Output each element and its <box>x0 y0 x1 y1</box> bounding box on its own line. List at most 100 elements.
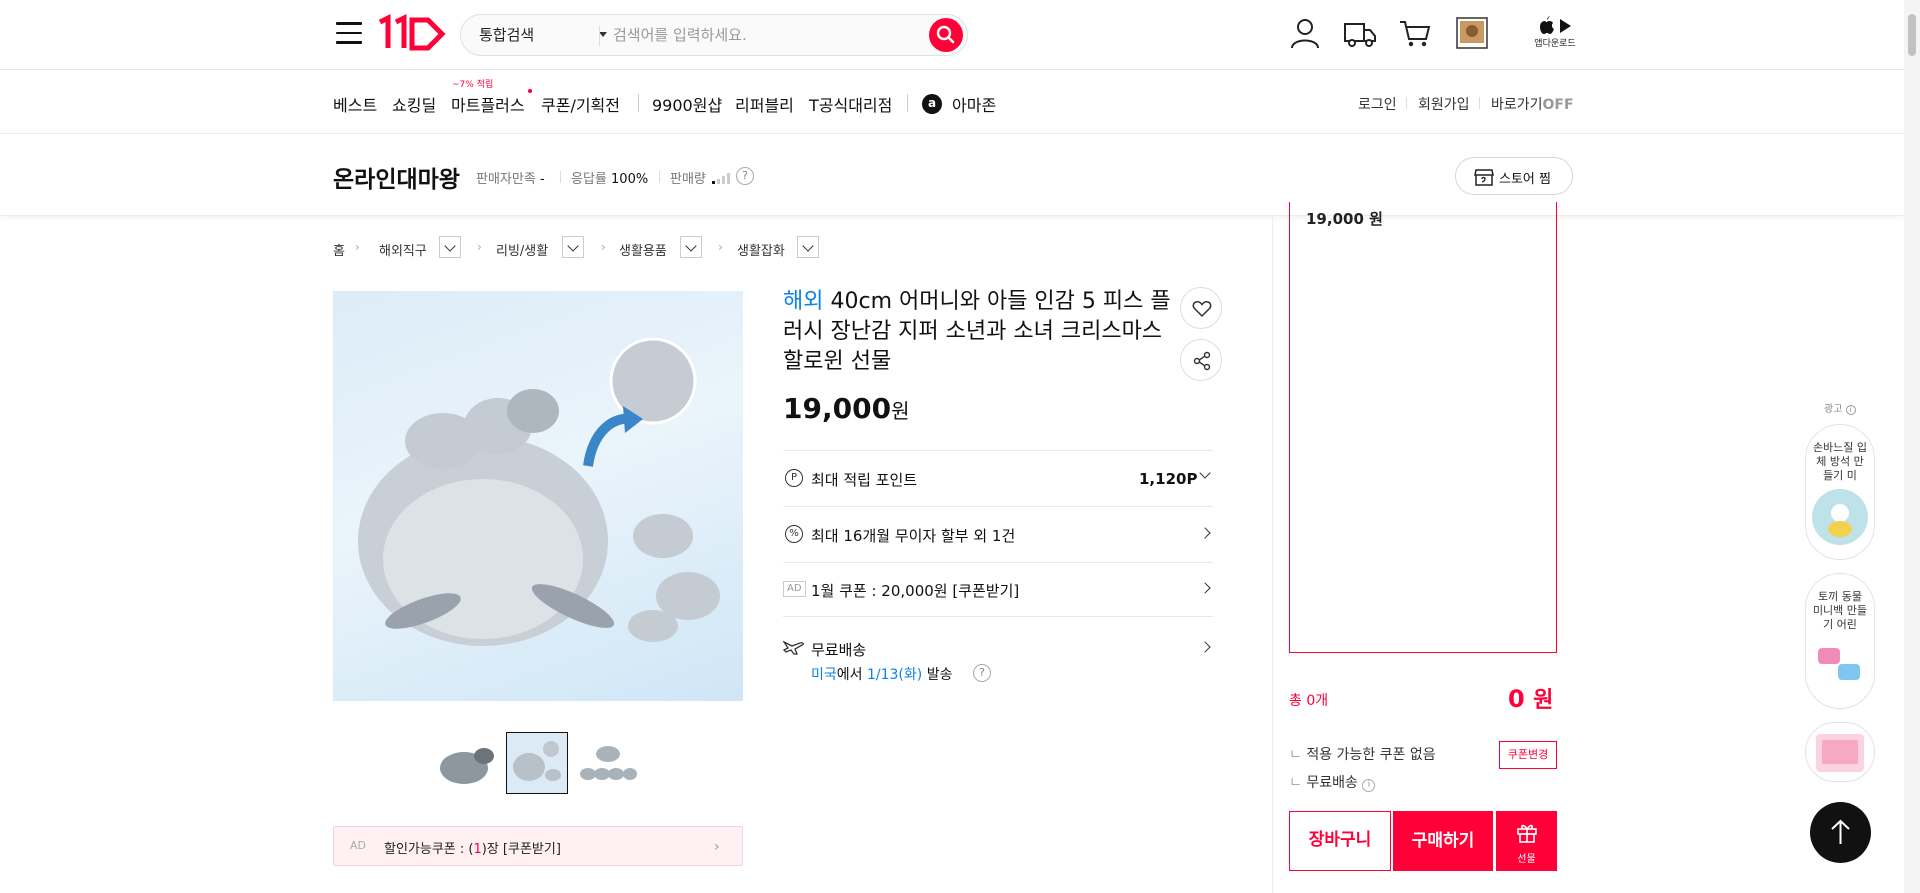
shipping-row[interactable]: 무료배송 미국에서 1/13(화) 발송 ? <box>783 616 1213 686</box>
coupon-status-text: 적용 가능한 쿠폰 없음 <box>1306 747 1436 763</box>
max-points-row[interactable]: P 최대 적립 포인트 1,120P <box>783 450 1213 506</box>
nav-refurbly[interactable]: 리퍼블리 <box>735 92 794 116</box>
wishlist-button[interactable] <box>1180 287 1222 329</box>
search-button[interactable] <box>929 18 963 52</box>
side-ad-1-text: 손바느질 입체 방석 만들기 미 <box>1812 441 1868 482</box>
breadcrumb-dropdown[interactable] <box>562 236 584 258</box>
add-to-cart-button[interactable]: 장바구니 <box>1289 811 1391 871</box>
seller-name[interactable]: 온라인대마왕 <box>333 160 460 194</box>
app-download-label: 앱다운로드 <box>1534 39 1576 49</box>
airplane-icon <box>783 640 804 655</box>
share-button[interactable] <box>1180 339 1222 381</box>
total-price: 0 원 <box>1508 682 1553 714</box>
login-link[interactable]: 로그인 <box>1358 94 1397 114</box>
thumbnail-image <box>576 732 638 794</box>
breadcrumb-arrow-icon: › <box>601 240 606 254</box>
help-icon[interactable]: ? <box>736 167 754 185</box>
cart-icon[interactable] <box>1398 16 1432 50</box>
shipping-detail: 미국에서 1/13(화) 발송 <box>811 664 952 684</box>
breadcrumb-overseas[interactable]: 해외직구 <box>379 240 427 259</box>
delivery-truck-icon[interactable] <box>1343 16 1377 50</box>
app-download-link[interactable]: 앱다운로드 <box>1530 14 1580 58</box>
points-value: 1,120P <box>1139 470 1198 488</box>
total-quantity: 총 0개 <box>1289 693 1329 709</box>
shortcut-label: 바로가기 <box>1491 97 1543 113</box>
buy-now-button[interactable]: 구매하기 <box>1393 811 1493 871</box>
coupon-row[interactable]: AD 1월 쿠폰 : 20,000원 [쿠폰받기] <box>783 562 1213 616</box>
scroll-to-top-button[interactable] <box>1810 802 1871 863</box>
store-favorite-button[interactable]: 스토어 찜 <box>1455 157 1573 195</box>
search-bar: 통합검색 <box>460 14 968 56</box>
meta-separator <box>560 171 561 183</box>
ad-coupon-banner[interactable]: AD 할인가능쿠폰 : (1)장 [쿠폰받기] › <box>333 826 743 866</box>
side-ad-2-image <box>1818 648 1860 680</box>
signup-link[interactable]: 회원가입 <box>1418 94 1470 114</box>
breadcrumb-home[interactable]: 홈 <box>333 240 345 259</box>
breadcrumb-household[interactable]: 생활용품 <box>619 240 667 259</box>
side-ad-3[interactable] <box>1805 722 1875 782</box>
shipping-origin: 미국 <box>811 667 837 683</box>
arrow-up-icon <box>1831 819 1850 844</box>
nav-amazon[interactable]: 아마존 <box>952 92 996 116</box>
product-thumbnail[interactable] <box>436 732 498 794</box>
total-value: 0 <box>1508 685 1525 713</box>
product-thumbnail[interactable] <box>576 732 638 794</box>
help-icon[interactable]: ? <box>973 664 991 682</box>
info-icon[interactable]: i <box>1845 405 1856 415</box>
shipping-label: 무료배송 <box>811 641 867 659</box>
breadcrumb-dropdown[interactable] <box>439 236 461 258</box>
side-ad-label-text: 광고 <box>1824 404 1843 415</box>
coupon-change-button[interactable]: 쿠폰변경 <box>1499 741 1557 769</box>
nav-best[interactable]: 베스트 <box>333 92 377 116</box>
new-dot <box>528 89 532 93</box>
side-ad-2-text: 토끼 동물 미니백 만들기 어린 <box>1812 590 1868 631</box>
site-logo[interactable] <box>376 12 448 56</box>
info-icon[interactable]: i <box>1362 779 1376 792</box>
nav-coupon-event[interactable]: 쿠폰/기획전 <box>541 92 620 116</box>
seal-plush-illustration <box>358 337 720 646</box>
share-icon <box>1193 351 1211 371</box>
nav-shocking-deal[interactable]: 쇼킹딜 <box>392 92 436 116</box>
search-input[interactable] <box>613 21 913 49</box>
breadcrumb-arrow-icon: › <box>477 240 482 254</box>
shortcut-state: OFF <box>1542 97 1574 113</box>
chevron-right-icon <box>1199 527 1211 539</box>
column-divider <box>1272 216 1273 893</box>
breadcrumb-goods[interactable]: 생활잡화 <box>737 240 785 259</box>
meta-separator <box>659 171 660 183</box>
heart-icon <box>1192 301 1212 318</box>
nav-9900-shop[interactable]: 9900원샵 <box>652 92 722 116</box>
scrollbar-thumb[interactable] <box>1908 14 1916 56</box>
amazon-icon: a <box>922 94 942 114</box>
side-ad-1[interactable]: 손바느질 입체 방석 만들기 미 <box>1805 424 1875 560</box>
gift-button[interactable]: 선물 <box>1496 811 1557 871</box>
price-currency: 원 <box>891 399 910 423</box>
category-nav: 베스트 쇼킹딜 ~7% 적립 마트플러스 쿠폰/기획전 9900원샵 리퍼블리 … <box>0 70 1904 134</box>
ad-tag: AD <box>350 839 366 852</box>
free-shipping-note: ㄴ 무료배송 i <box>1289 772 1376 792</box>
product-thumbnail-selected[interactable] <box>506 732 568 794</box>
chevron-right-icon: › <box>714 839 720 855</box>
search-category-select[interactable]: 통합검색 <box>479 15 607 55</box>
response-value: 100% <box>611 172 649 187</box>
installment-row[interactable]: % 최대 16개월 무이자 할부 외 1건 <box>783 506 1213 562</box>
menu-icon[interactable] <box>336 22 362 44</box>
overseas-tag: 해외 <box>783 289 824 314</box>
shortcut-toggle[interactable]: 바로가기OFF <box>1491 94 1574 114</box>
nav-mart-plus[interactable]: 마트플러스 <box>451 92 525 116</box>
breadcrumb-living[interactable]: 리빙/생활 <box>496 240 548 259</box>
nav-t-official[interactable]: T공식대리점 <box>809 92 892 116</box>
page-scrollbar[interactable] <box>1904 0 1920 893</box>
side-ad-2[interactable]: 토끼 동물 미니백 만들기 어린 <box>1805 573 1875 709</box>
breadcrumb-dropdown[interactable] <box>680 236 702 258</box>
breadcrumb-dropdown[interactable] <box>797 236 819 258</box>
sales-label: 판매량 <box>670 172 706 187</box>
recent-product-icon[interactable] <box>1455 16 1489 50</box>
product-main-image[interactable] <box>333 291 743 701</box>
user-icon[interactable] <box>1288 16 1322 50</box>
option-selection-box: 19,000 원 <box>1289 202 1557 653</box>
seller-satisfaction: 판매자만족 - <box>476 168 545 187</box>
side-ad-1-image <box>1812 489 1868 545</box>
satisfaction-value: - <box>539 172 545 187</box>
breadcrumb-arrow-icon: › <box>355 240 360 254</box>
